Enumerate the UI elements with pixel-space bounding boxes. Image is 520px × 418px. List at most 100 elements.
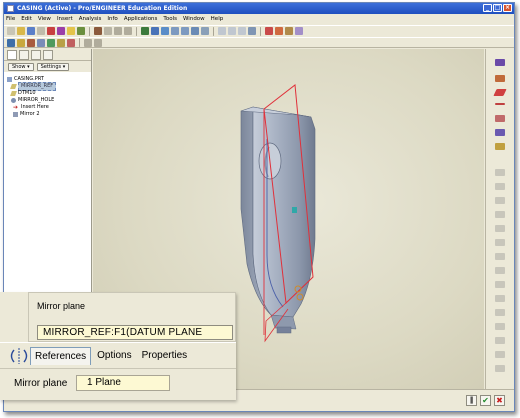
connections-tab[interactable] [43,49,53,60]
orient-icon[interactable] [161,27,169,35]
pause-button[interactable]: ‖ [466,395,477,406]
rib-tool-icon[interactable] [495,253,505,260]
datum-planes-toggle-icon[interactable] [265,27,273,35]
print-icon[interactable] [37,27,45,35]
sketch-tool-icon[interactable] [495,129,505,136]
refit-icon[interactable] [191,27,199,35]
select-icon[interactable] [141,27,149,35]
close-window-button[interactable]: × [503,4,512,12]
sweep-tool-icon[interactable] [495,197,505,204]
email-icon[interactable] [47,27,55,35]
shell-tool-icon[interactable] [495,239,505,246]
shading-icon[interactable] [248,27,256,35]
cut-icon[interactable] [114,27,122,35]
datum-point-tool-icon[interactable] [495,75,505,82]
merge-tool-icon[interactable] [495,337,505,344]
tree-item-mirror-ref[interactable]: MIRROR_REF [7,82,91,91]
mirror-dashboard-zoom: Mirror plane MIRROR_REF:F1(DATUM PLANE R… [0,292,236,400]
appearance-icon[interactable] [84,38,92,47]
menu-tools[interactable]: Tools [163,16,177,22]
blend-tool-icon[interactable] [495,211,505,218]
datum-plane-icon [10,91,17,96]
show-button[interactable]: Show ▾ [8,62,34,71]
menu-edit[interactable]: Edit [21,16,32,22]
datum-points-toggle-icon[interactable] [285,27,293,35]
menu-analysis[interactable]: Analysis [79,16,102,22]
no-hidden-icon[interactable] [238,27,246,35]
tree-item-mirror-hole[interactable]: MIRROR_HOLE [7,97,91,104]
menu-applications[interactable]: Applications [124,16,158,22]
zoom-in-icon[interactable] [171,27,179,35]
model-tree-icon[interactable] [7,38,15,47]
tree-item-label: DTM10 [18,90,36,96]
chamfer-tool-icon[interactable] [495,295,505,302]
folder-browser-tab[interactable] [19,49,29,60]
tab-references[interactable]: References [30,346,92,365]
mirror-plane-reference-field[interactable]: MIRROR_REF:F1(DATUM PLANE [37,325,233,340]
menu-info[interactable]: Info [107,16,117,22]
draft-tool-icon[interactable] [495,267,505,274]
menu-file[interactable]: File [6,16,15,22]
redo-icon[interactable] [104,27,112,35]
mirror-tool-icon[interactable] [495,323,505,330]
save-icon[interactable] [27,27,35,35]
menu-insert[interactable]: Insert [57,16,73,22]
panel-title: Mirror plane [37,301,86,311]
datum-axis-tool-icon[interactable] [495,103,505,105]
csys-toggle-icon[interactable] [295,27,303,35]
layer-icon[interactable] [17,38,25,47]
family-table-icon[interactable] [27,38,35,47]
tab-properties[interactable]: Properties [138,347,192,364]
analysis-icon[interactable] [67,38,75,47]
maximize-button[interactable]: □ [493,4,502,12]
model-tree-tab[interactable] [7,49,17,60]
datum-curve-tool-icon[interactable] [495,115,505,122]
navigator-tabs [4,49,91,61]
csys-tool-icon[interactable] [495,143,505,150]
menu-window[interactable]: Window [183,16,205,22]
minimize-button[interactable]: _ [483,4,492,12]
parameters-icon[interactable] [47,38,55,47]
menu-help[interactable]: Help [211,16,224,22]
ok-button[interactable]: ✔ [480,395,491,406]
revolve-tool-icon[interactable] [495,183,505,190]
tree-item-mirror-2[interactable]: Mirror 2 [7,111,91,118]
offset-tool-icon[interactable] [495,365,505,372]
dv-icon[interactable] [57,27,65,35]
undo-icon[interactable] [94,27,102,35]
relations-icon[interactable] [37,38,45,47]
help-pointer-icon[interactable] [495,59,505,66]
extrude-tool-icon[interactable] [495,169,505,176]
repaint-icon[interactable] [151,27,159,35]
menu-view[interactable]: View [38,16,51,22]
new-file-icon[interactable] [7,27,15,35]
tree-item-insert-here[interactable]: ➔ Insert Here [7,104,91,111]
datum-tag-marker [292,207,297,213]
tab-options[interactable]: Options [93,347,135,364]
sketch-icon[interactable] [67,27,75,35]
trim-tool-icon[interactable] [495,351,505,358]
regenerate-icon[interactable] [77,27,85,35]
secondary-toolbar [4,37,514,48]
casing-model[interactable] [240,106,316,334]
spin-center-icon[interactable] [94,38,102,47]
tree-item-dtm10[interactable]: DTM10 [7,90,91,97]
round-tool-icon[interactable] [495,281,505,288]
cancel-button[interactable]: ✖ [494,395,505,406]
window-title: CASING (Active) - Pro/ENGINEER Education… [17,5,188,12]
mirror-plane-collector[interactable]: 1 Plane [76,375,170,391]
settings-button[interactable]: Settings ▾ [36,62,70,71]
open-file-icon[interactable] [17,27,25,35]
zoom-out-icon[interactable] [181,27,189,35]
mirror-plane-label: Mirror plane [14,378,68,389]
pattern-tool-icon[interactable] [495,309,505,316]
measure-icon[interactable] [57,38,65,47]
view-manager-icon[interactable] [201,27,209,35]
copy-icon[interactable] [124,27,132,35]
hole-tool-icon[interactable] [495,225,505,232]
hidden-line-icon[interactable] [228,27,236,35]
datum-axes-toggle-icon[interactable] [275,27,283,35]
favorites-tab[interactable] [31,49,41,60]
datum-plane-tool-icon[interactable] [493,89,507,96]
wireframe-icon[interactable] [218,27,226,35]
